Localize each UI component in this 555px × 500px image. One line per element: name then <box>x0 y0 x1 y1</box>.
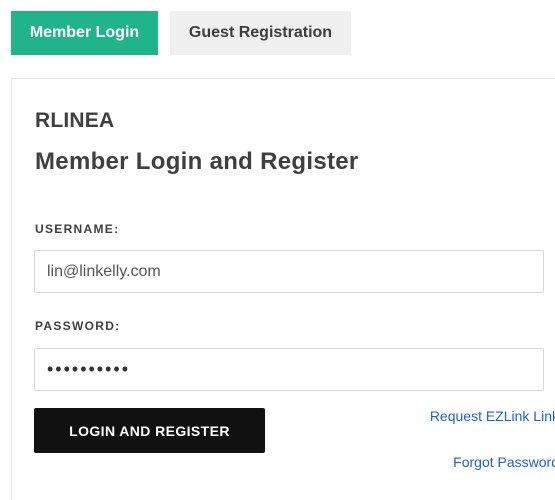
org-name: RLINEA <box>35 109 115 132</box>
password-input[interactable] <box>34 348 544 391</box>
username-label: USERNAME: <box>35 222 120 236</box>
login-and-register-button[interactable]: LOGIN AND REGISTER <box>34 408 265 453</box>
password-label: PASSWORD: <box>35 319 121 333</box>
username-input[interactable] <box>34 250 544 293</box>
request-ezlink-link[interactable]: Request EZLink Link <box>430 408 555 424</box>
tab-guest-registration[interactable]: Guest Registration <box>170 11 351 55</box>
login-page: Member Login Guest Registration RLINEA M… <box>0 0 555 500</box>
page-title: Member Login and Register <box>35 148 359 175</box>
login-panel: RLINEA Member Login and Register USERNAM… <box>11 78 555 500</box>
tab-bar: Member Login Guest Registration <box>11 11 351 55</box>
tab-member-login[interactable]: Member Login <box>11 11 158 55</box>
forgot-password-link[interactable]: Forgot Password <box>453 454 555 470</box>
